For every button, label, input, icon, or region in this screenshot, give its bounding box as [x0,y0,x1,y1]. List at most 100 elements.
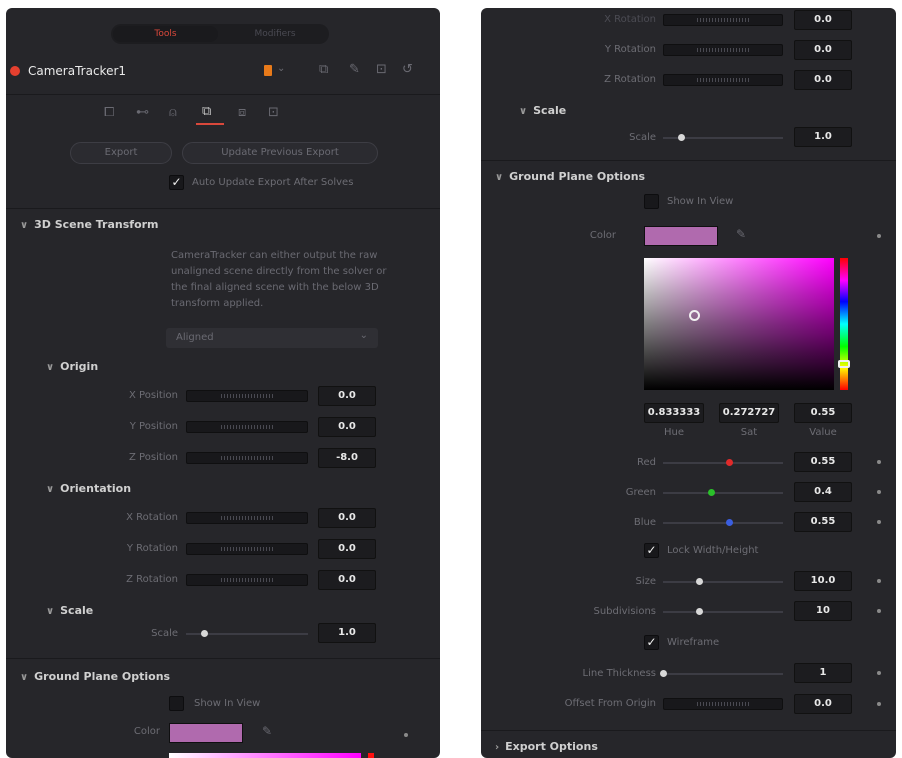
blue-slider-track[interactable] [663,522,783,524]
green-slider-knob[interactable] [708,489,715,496]
keyframe-dot[interactable] [877,702,881,706]
y-position-input[interactable]: 0.0 [318,417,376,437]
node-color-icon[interactable] [264,65,272,76]
subdivisions-input[interactable]: 10 [794,601,852,621]
keyframe-dot[interactable] [877,579,881,583]
hue-input[interactable]: 0.833333 [644,403,704,423]
offset-input[interactable]: 0.0 [794,694,852,714]
y-rotation-thumbwheel[interactable] [186,543,308,555]
eyedropper-icon[interactable]: ✎ [262,724,272,738]
chevron-down-icon: ∨ [46,484,55,495]
keyframe-dot[interactable] [877,520,881,524]
keyframe-dot[interactable] [877,490,881,494]
scale-slider-knob[interactable] [201,630,209,637]
pin-icon[interactable]: ✎ [349,62,360,77]
scale-header[interactable]: ∨ Scale [46,604,93,617]
blue-input[interactable]: 0.55 [794,512,852,532]
export-tab-icon[interactable]: ⧉ [202,104,211,119]
keyframe-dot[interactable] [877,460,881,464]
origin-header[interactable]: ∨ Origin [46,360,98,373]
y-rotation-input[interactable]: 0.0 [794,40,852,60]
x-position-input[interactable]: 0.0 [318,386,376,406]
size-slider-knob[interactable] [696,578,703,585]
z-rotation-thumbwheel[interactable] [663,74,783,86]
keyframe-dot[interactable] [877,234,881,238]
color-swatch[interactable] [169,723,243,743]
chevron-down-icon[interactable]: ⌄ [277,63,285,74]
scale-header[interactable]: ∨ Scale [519,104,566,117]
export-options-header[interactable]: › Export Options [495,740,598,753]
size-slider-track[interactable] [663,581,783,583]
subdivisions-slider-track[interactable] [663,611,783,613]
export-button[interactable]: Export [70,142,172,164]
z-rotation-thumbwheel[interactable] [186,574,308,586]
saturation-value-picker[interactable] [644,258,834,390]
y-rotation-thumbwheel[interactable] [663,44,783,56]
section-title: Ground Plane Options [509,170,646,183]
hue-strip-partial[interactable] [368,753,374,758]
x-rotation-input[interactable]: 0.0 [794,10,852,30]
keyframe-dot[interactable] [877,671,881,675]
auto-update-checkbox[interactable]: ✓ [169,175,184,190]
scene-transform-header[interactable]: ∨ 3D Scene Transform [20,218,159,231]
blue-slider-knob[interactable] [726,519,733,526]
tab-tools[interactable]: Tools [113,26,218,42]
keyframe-dot[interactable] [404,733,408,737]
scale-slider-knob[interactable] [678,134,685,141]
y-rotation-input[interactable]: 0.0 [318,539,376,559]
x-position-thumbwheel[interactable] [186,390,308,402]
active-tab-indicator [196,123,224,125]
hue-marker[interactable] [838,360,850,368]
picker-cursor[interactable] [689,310,700,321]
node-active-icon[interactable] [10,66,20,76]
ground-plane-header[interactable]: ∨ Ground Plane Options [20,670,170,683]
x-rotation-thumbwheel[interactable] [663,14,783,26]
solve-tab-icon[interactable]: ⍝ [169,105,177,120]
lock-width-height-checkbox[interactable]: ✓ [644,543,659,558]
x-rotation-input[interactable]: 0.0 [318,508,376,528]
show-in-view-checkbox[interactable] [169,696,184,711]
eyedropper-icon[interactable]: ✎ [736,227,746,241]
z-rotation-input[interactable]: 0.0 [794,70,852,90]
tab-modifiers[interactable]: Modifiers [223,26,327,42]
subdivisions-slider-knob[interactable] [696,608,703,615]
red-slider-track[interactable] [663,462,783,464]
sat-input[interactable]: 0.272727 [719,403,779,423]
red-slider-knob[interactable] [726,459,733,466]
hue-strip[interactable] [838,258,850,390]
line-thickness-input[interactable]: 1 [794,663,852,683]
wireframe-checkbox[interactable]: ✓ [644,635,659,650]
show-in-view-checkbox[interactable] [644,194,659,209]
update-previous-export-button[interactable]: Update Previous Export [182,142,378,164]
z-position-input[interactable]: -8.0 [318,448,376,468]
z-position-thumbwheel[interactable] [186,452,308,464]
scale-input[interactable]: 1.0 [794,127,852,147]
line-thickness-slider-track[interactable] [663,673,783,675]
ground-plane-header[interactable]: ∨ Ground Plane Options [495,170,645,183]
offset-thumbwheel[interactable] [663,698,783,710]
line-thickness-slider-knob[interactable] [660,670,667,677]
lock-icon[interactable]: ⊡ [376,62,387,77]
orientation-header[interactable]: ∨ Orientation [46,482,131,495]
track-tab-icon[interactable]: ⧠ [104,105,114,120]
value-input[interactable]: 0.55 [794,403,852,423]
keyframe-dot[interactable] [877,609,881,613]
y-rotation-label: Y Rotation [604,44,656,55]
color-swatch[interactable] [644,226,718,246]
version-icon[interactable]: ⧉ [319,62,328,77]
x-rotation-thumbwheel[interactable] [186,512,308,524]
reset-icon[interactable]: ↺ [402,62,413,77]
red-input[interactable]: 0.55 [794,452,852,472]
scene-mode-dropdown[interactable]: Aligned ⌄ [166,328,378,348]
camera-tab-icon[interactable]: ⊷ [136,105,149,120]
size-input[interactable]: 10.0 [794,571,852,591]
settings-tab-icon[interactable]: ⊡ [268,105,279,120]
color-picker-area-partial[interactable] [169,753,361,758]
options-tab-icon[interactable]: ⧈ [238,105,246,120]
scale-input[interactable]: 1.0 [318,623,376,643]
green-input[interactable]: 0.4 [794,482,852,502]
z-rotation-input[interactable]: 0.0 [318,570,376,590]
y-position-thumbwheel[interactable] [186,421,308,433]
green-slider-track[interactable] [663,492,783,494]
inspector-panel-right: X Rotation 0.0 Y Rotation 0.0 Z Rotation… [481,8,896,758]
